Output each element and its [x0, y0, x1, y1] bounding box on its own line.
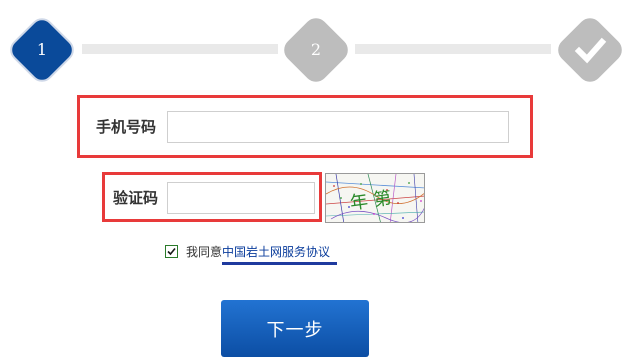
agree-checkbox[interactable]: [165, 244, 178, 258]
link-underline-annotation: [222, 262, 337, 265]
step-number: 2: [310, 40, 322, 59]
step-3-indicator: [553, 13, 627, 87]
agree-text: 我同意: [186, 244, 223, 259]
check-icon: [574, 37, 607, 64]
step-connector: [355, 44, 551, 54]
agreement-row: 我同意 中国岩土网服务协议: [165, 243, 330, 259]
phone-label: 手机号码: [96, 118, 157, 136]
step-number: 1: [36, 40, 48, 59]
service-agreement-link[interactable]: 中国岩土网服务协议: [222, 243, 330, 260]
next-step-button[interactable]: 下一步: [221, 300, 369, 357]
code-input[interactable]: [167, 182, 315, 214]
step-1-indicator: 1: [5, 13, 79, 87]
step-connector: [82, 44, 278, 54]
code-label: 验证码: [113, 189, 159, 207]
step-progress: 1 2: [0, 0, 637, 90]
phone-input[interactable]: [167, 111, 509, 143]
checkmark-icon: [167, 247, 176, 255]
captcha-image[interactable]: 年 第: [325, 173, 425, 223]
step-2-indicator: 2: [279, 13, 353, 87]
captcha-noise: 年 第: [326, 174, 424, 222]
